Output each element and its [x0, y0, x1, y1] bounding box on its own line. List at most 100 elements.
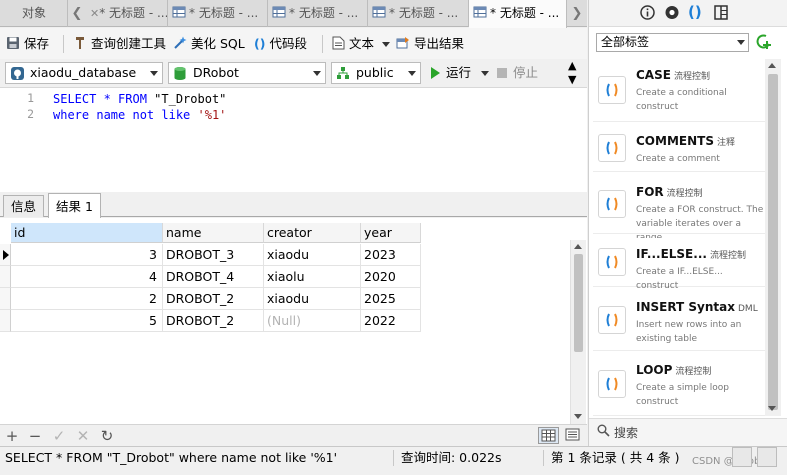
cell-year[interactable]: 2023: [361, 244, 421, 266]
snippet-tag: 注释: [716, 138, 735, 148]
row-header[interactable]: [0, 288, 11, 310]
code-line[interactable]: SELECT * FROM "T_Drobot": [53, 92, 226, 106]
scroll-up-icon[interactable]: [768, 63, 776, 68]
tab-scroll-left-icon[interactable]: ❮: [69, 0, 85, 27]
tab-info[interactable]: 信息: [3, 195, 45, 217]
delete-record-button[interactable]: −: [27, 427, 43, 445]
connection-select[interactable]: xiaodu_database: [5, 62, 163, 84]
close-icon[interactable]: ✕: [90, 7, 99, 20]
query-tab-2[interactable]: * 无标题 - ...: [168, 0, 268, 27]
stop-label: 停止: [513, 65, 539, 80]
snippet-icon: [598, 247, 626, 276]
snippet-icon: [598, 306, 626, 334]
cell-name[interactable]: DROBOT_3: [163, 244, 264, 266]
scroll-thumb[interactable]: [574, 254, 583, 352]
grid-vertical-scrollbar[interactable]: [570, 240, 586, 424]
database-name: DRobot: [193, 65, 239, 80]
scroll-down-icon[interactable]: [768, 406, 776, 411]
snippet-list-scrollbar[interactable]: [765, 59, 781, 416]
snippet-category-select[interactable]: 全部标签: [596, 33, 749, 52]
query-builder-label: 查询创建工具: [91, 36, 167, 51]
query-tab-1[interactable]: ✕* 无标题 - ...: [86, 0, 168, 27]
toolbar-overflow-icon[interactable]: ▲ ▼: [568, 59, 576, 86]
query-builder-button[interactable]: 查询创建工具: [73, 28, 166, 59]
snippet-item[interactable]: COMMENTS 注释 Create a comment: [593, 125, 765, 172]
magic-wand-icon: [173, 36, 187, 50]
scroll-down-icon[interactable]: [574, 414, 582, 419]
snippet-title: FOR 流程控制: [636, 185, 703, 199]
snippet-search-field[interactable]: 搜索: [589, 418, 787, 446]
save-button[interactable]: 保存: [6, 28, 49, 59]
cell-id[interactable]: 3: [11, 244, 163, 266]
cell-name[interactable]: DROBOT_4: [163, 266, 264, 288]
column-header-name[interactable]: name: [163, 223, 264, 243]
tab-result-1[interactable]: 结果 1: [48, 193, 101, 218]
snippet-title-text: COMMENTS: [636, 134, 714, 148]
cell-name[interactable]: DROBOT_2: [163, 288, 264, 310]
result-tabs: 信息 结果 1: [0, 192, 587, 218]
scroll-thumb[interactable]: [768, 74, 778, 410]
query-tab-active[interactable]: * 无标题 - ...: [469, 0, 567, 28]
tab-scroll-right-icon[interactable]: ❯: [568, 0, 586, 27]
column-header-year[interactable]: year: [361, 223, 421, 243]
layout-panel-icon[interactable]: [714, 5, 728, 20]
row-header[interactable]: [0, 266, 11, 288]
schema-select[interactable]: public: [331, 62, 421, 84]
code-snippet-label: 代码段: [269, 36, 307, 51]
tab-objects[interactable]: 对象: [0, 0, 68, 27]
export-result-label: 导出结果: [414, 36, 465, 51]
column-header-creator[interactable]: creator: [264, 223, 361, 243]
scroll-up-icon[interactable]: [574, 244, 582, 249]
discard-changes-button[interactable]: ✕: [75, 427, 91, 445]
cell-id[interactable]: 5: [11, 310, 163, 332]
snippet-item[interactable]: IF...ELSE... 流程控制 Create a IF...ELSE... co…: [593, 238, 765, 291]
schema-icon: [336, 66, 350, 80]
panel-toggle-button[interactable]: [757, 447, 777, 467]
cell-year[interactable]: 2025: [361, 288, 421, 310]
row-header[interactable]: [0, 244, 11, 266]
column-header-id[interactable]: id: [11, 223, 163, 243]
cell-creator[interactable]: xiaodu: [264, 244, 361, 266]
cell-creator[interactable]: (Null): [264, 310, 361, 332]
export-result-button[interactable]: 导出结果: [396, 28, 464, 59]
run-label: 运行: [446, 65, 472, 80]
stop-button[interactable]: 停止: [497, 62, 538, 84]
cell-id[interactable]: 4: [11, 266, 163, 288]
apply-changes-button[interactable]: ✓: [51, 427, 67, 445]
snippet-item[interactable]: FOR 流程控制 Create a FOR construct. The varia…: [593, 176, 765, 243]
eye-icon[interactable]: [664, 5, 680, 20]
cell-creator[interactable]: xiaodu: [264, 288, 361, 310]
row-header[interactable]: [0, 310, 11, 332]
add-record-button[interactable]: +: [4, 427, 20, 445]
run-button[interactable]: 运行: [431, 62, 489, 84]
snippet-title-text: IF...ELSE...: [636, 247, 707, 261]
query-tab-4[interactable]: * 无标题 - ...: [368, 0, 469, 27]
refresh-button[interactable]: ↻: [99, 427, 115, 445]
query-tab-3[interactable]: * 无标题 - ...: [268, 0, 368, 27]
cell-year[interactable]: 2022: [361, 310, 421, 332]
cell-year[interactable]: 2020: [361, 266, 421, 288]
info-icon[interactable]: [640, 5, 655, 20]
sql-keyword: SELECT * FROM: [53, 92, 155, 106]
add-snippet-icon[interactable]: [754, 32, 772, 52]
code-snippet-button[interactable]: () 代码段: [254, 28, 307, 59]
snippet-item[interactable]: LOOP 流程控制 Create a simple loop construct: [593, 354, 765, 416]
text-button[interactable]: 文本: [332, 28, 390, 59]
snippet-item[interactable]: INSERT Syntax DML Insert new rows into an …: [593, 291, 765, 351]
grid-view-button[interactable]: [538, 427, 559, 444]
snippet-item[interactable]: CASE 流程控制 Create a conditional construct: [593, 59, 765, 122]
cell-creator[interactable]: xiaolu: [264, 266, 361, 288]
form-view-button[interactable]: [563, 427, 582, 444]
beautify-sql-button[interactable]: 美化 SQL: [173, 28, 245, 59]
code-snippet-icon[interactable]: (): [688, 3, 702, 21]
cell-id[interactable]: 2: [11, 288, 163, 310]
database-select[interactable]: DRobot: [168, 62, 326, 84]
snippet-icon: [598, 190, 626, 218]
cell-name[interactable]: DROBOT_2: [163, 310, 264, 332]
snippet-icon: [598, 370, 626, 398]
search-icon: [597, 424, 610, 437]
sql-editor[interactable]: 12 SELECT * FROM "T_Drobot" where name no…: [0, 88, 587, 192]
layout-toggle-button[interactable]: [732, 447, 752, 467]
code-line[interactable]: where name not like '%1': [53, 108, 226, 122]
result-grid: id name creator year 3 DROBOT_3 xiaodu 2023…: [0, 218, 587, 424]
